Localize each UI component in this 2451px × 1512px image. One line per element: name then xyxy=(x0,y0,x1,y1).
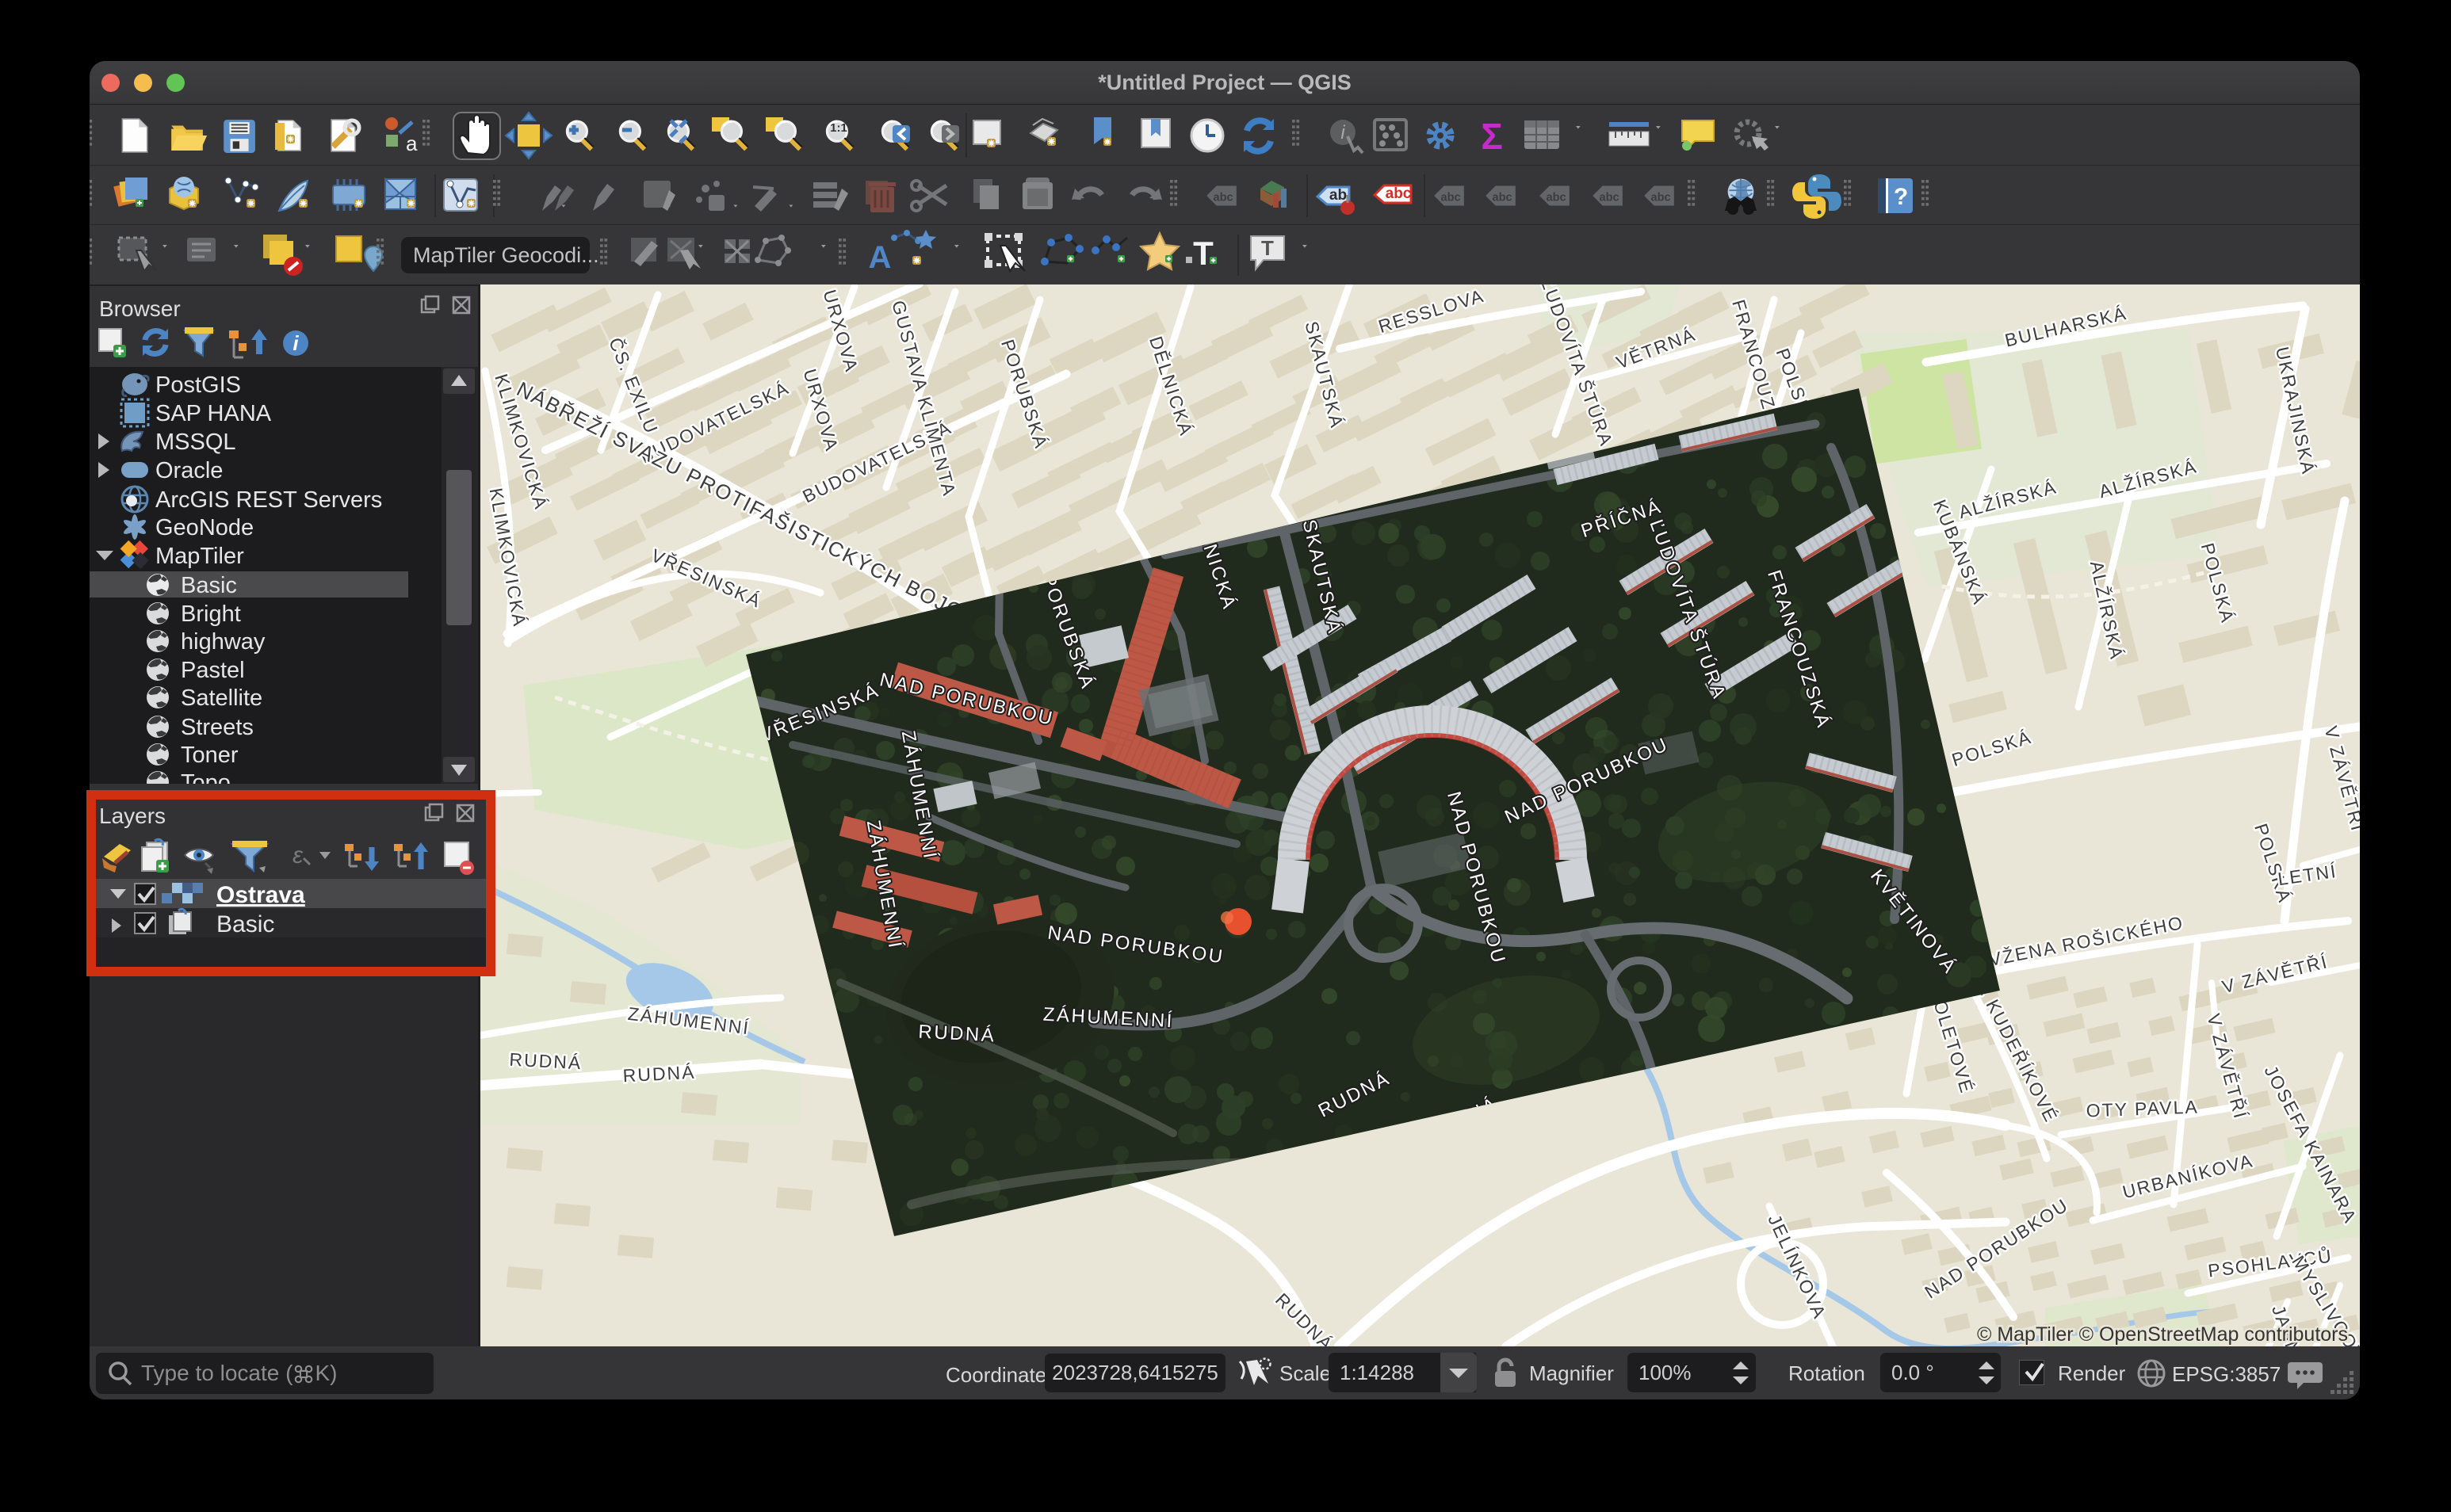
svg-text:T: T xyxy=(1261,236,1274,260)
svg-text:abc: abc xyxy=(1386,185,1412,202)
svg-text:T: T xyxy=(1193,235,1214,272)
svg-text:ab: ab xyxy=(1329,187,1347,204)
svg-text:Σ: Σ xyxy=(1481,116,1503,157)
svg-text:© MapTiler © OpenStreetMap co: © MapTiler © OpenStreetMap contributors xyxy=(1977,1323,2348,1346)
svg-text:OTY PAVLA: OTY PAVLA xyxy=(2086,1097,2199,1121)
svg-text:RUDNÁ: RUDNÁ xyxy=(509,1049,583,1074)
svg-text:1:1: 1:1 xyxy=(830,121,847,135)
svg-text:?: ? xyxy=(1894,184,1908,210)
svg-text:Ostrava: Ostrava xyxy=(216,882,305,908)
svg-text:A: A xyxy=(869,240,892,275)
svg-text:a: a xyxy=(406,132,418,155)
svg-text:MapTiler Geocodi...: MapTiler Geocodi... xyxy=(413,243,599,267)
svg-text:ε: ε xyxy=(293,842,304,869)
svg-text:RUDNÁ: RUDNÁ xyxy=(918,1021,996,1046)
svg-text:Basic: Basic xyxy=(216,911,274,937)
svg-text:i: i xyxy=(1340,122,1345,143)
svg-text:RUDNÁ: RUDNÁ xyxy=(622,1062,696,1086)
